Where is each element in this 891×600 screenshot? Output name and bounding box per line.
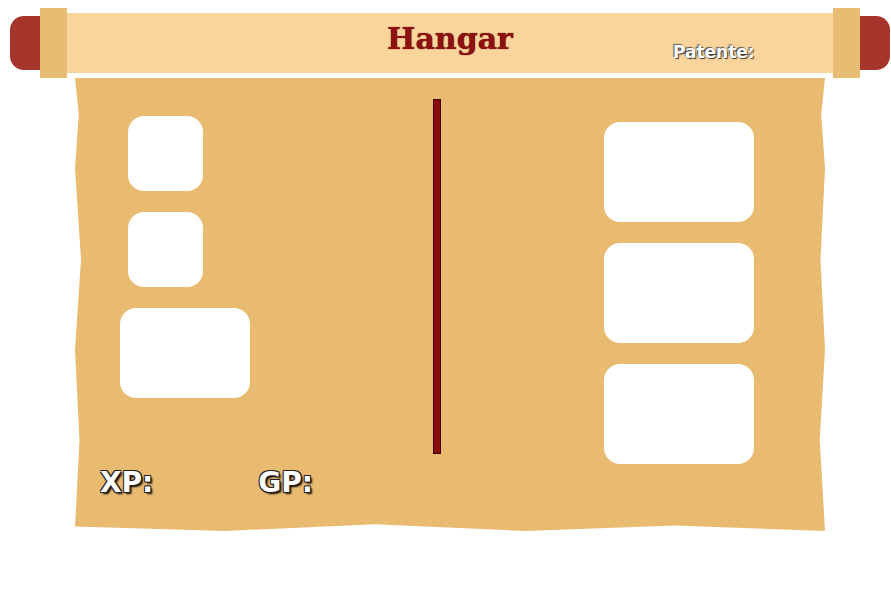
vehicle-slot[interactable] <box>604 364 754 464</box>
item-slot[interactable] <box>128 212 203 287</box>
scroll-roll-icon <box>860 16 890 70</box>
left-slots <box>75 78 433 466</box>
stats-row: XP: GP: <box>75 466 825 499</box>
hangar-content <box>75 78 825 466</box>
scroll-header: Hangar Patente: <box>0 8 891 78</box>
item-slot[interactable] <box>120 308 250 398</box>
stat-label: XP: <box>100 466 153 499</box>
vehicle-slot[interactable] <box>604 243 754 343</box>
right-slots <box>441 78 754 466</box>
hangar-title: Hangar <box>377 21 523 66</box>
scroll-cap <box>833 8 860 78</box>
divider <box>433 99 441 454</box>
title-bar: Hangar Patente: <box>67 13 833 73</box>
stat-label: GP: <box>258 466 313 499</box>
scroll-cap <box>40 8 67 78</box>
scroll-roll-icon <box>10 16 40 70</box>
hangar-screen: Hangar Patente: XP: GP: <box>0 0 891 600</box>
rank-label: Patente: <box>673 42 755 62</box>
vehicle-slot[interactable] <box>604 122 754 222</box>
item-slot[interactable] <box>128 116 203 191</box>
parchment-panel: XP: GP: <box>75 78 825 531</box>
